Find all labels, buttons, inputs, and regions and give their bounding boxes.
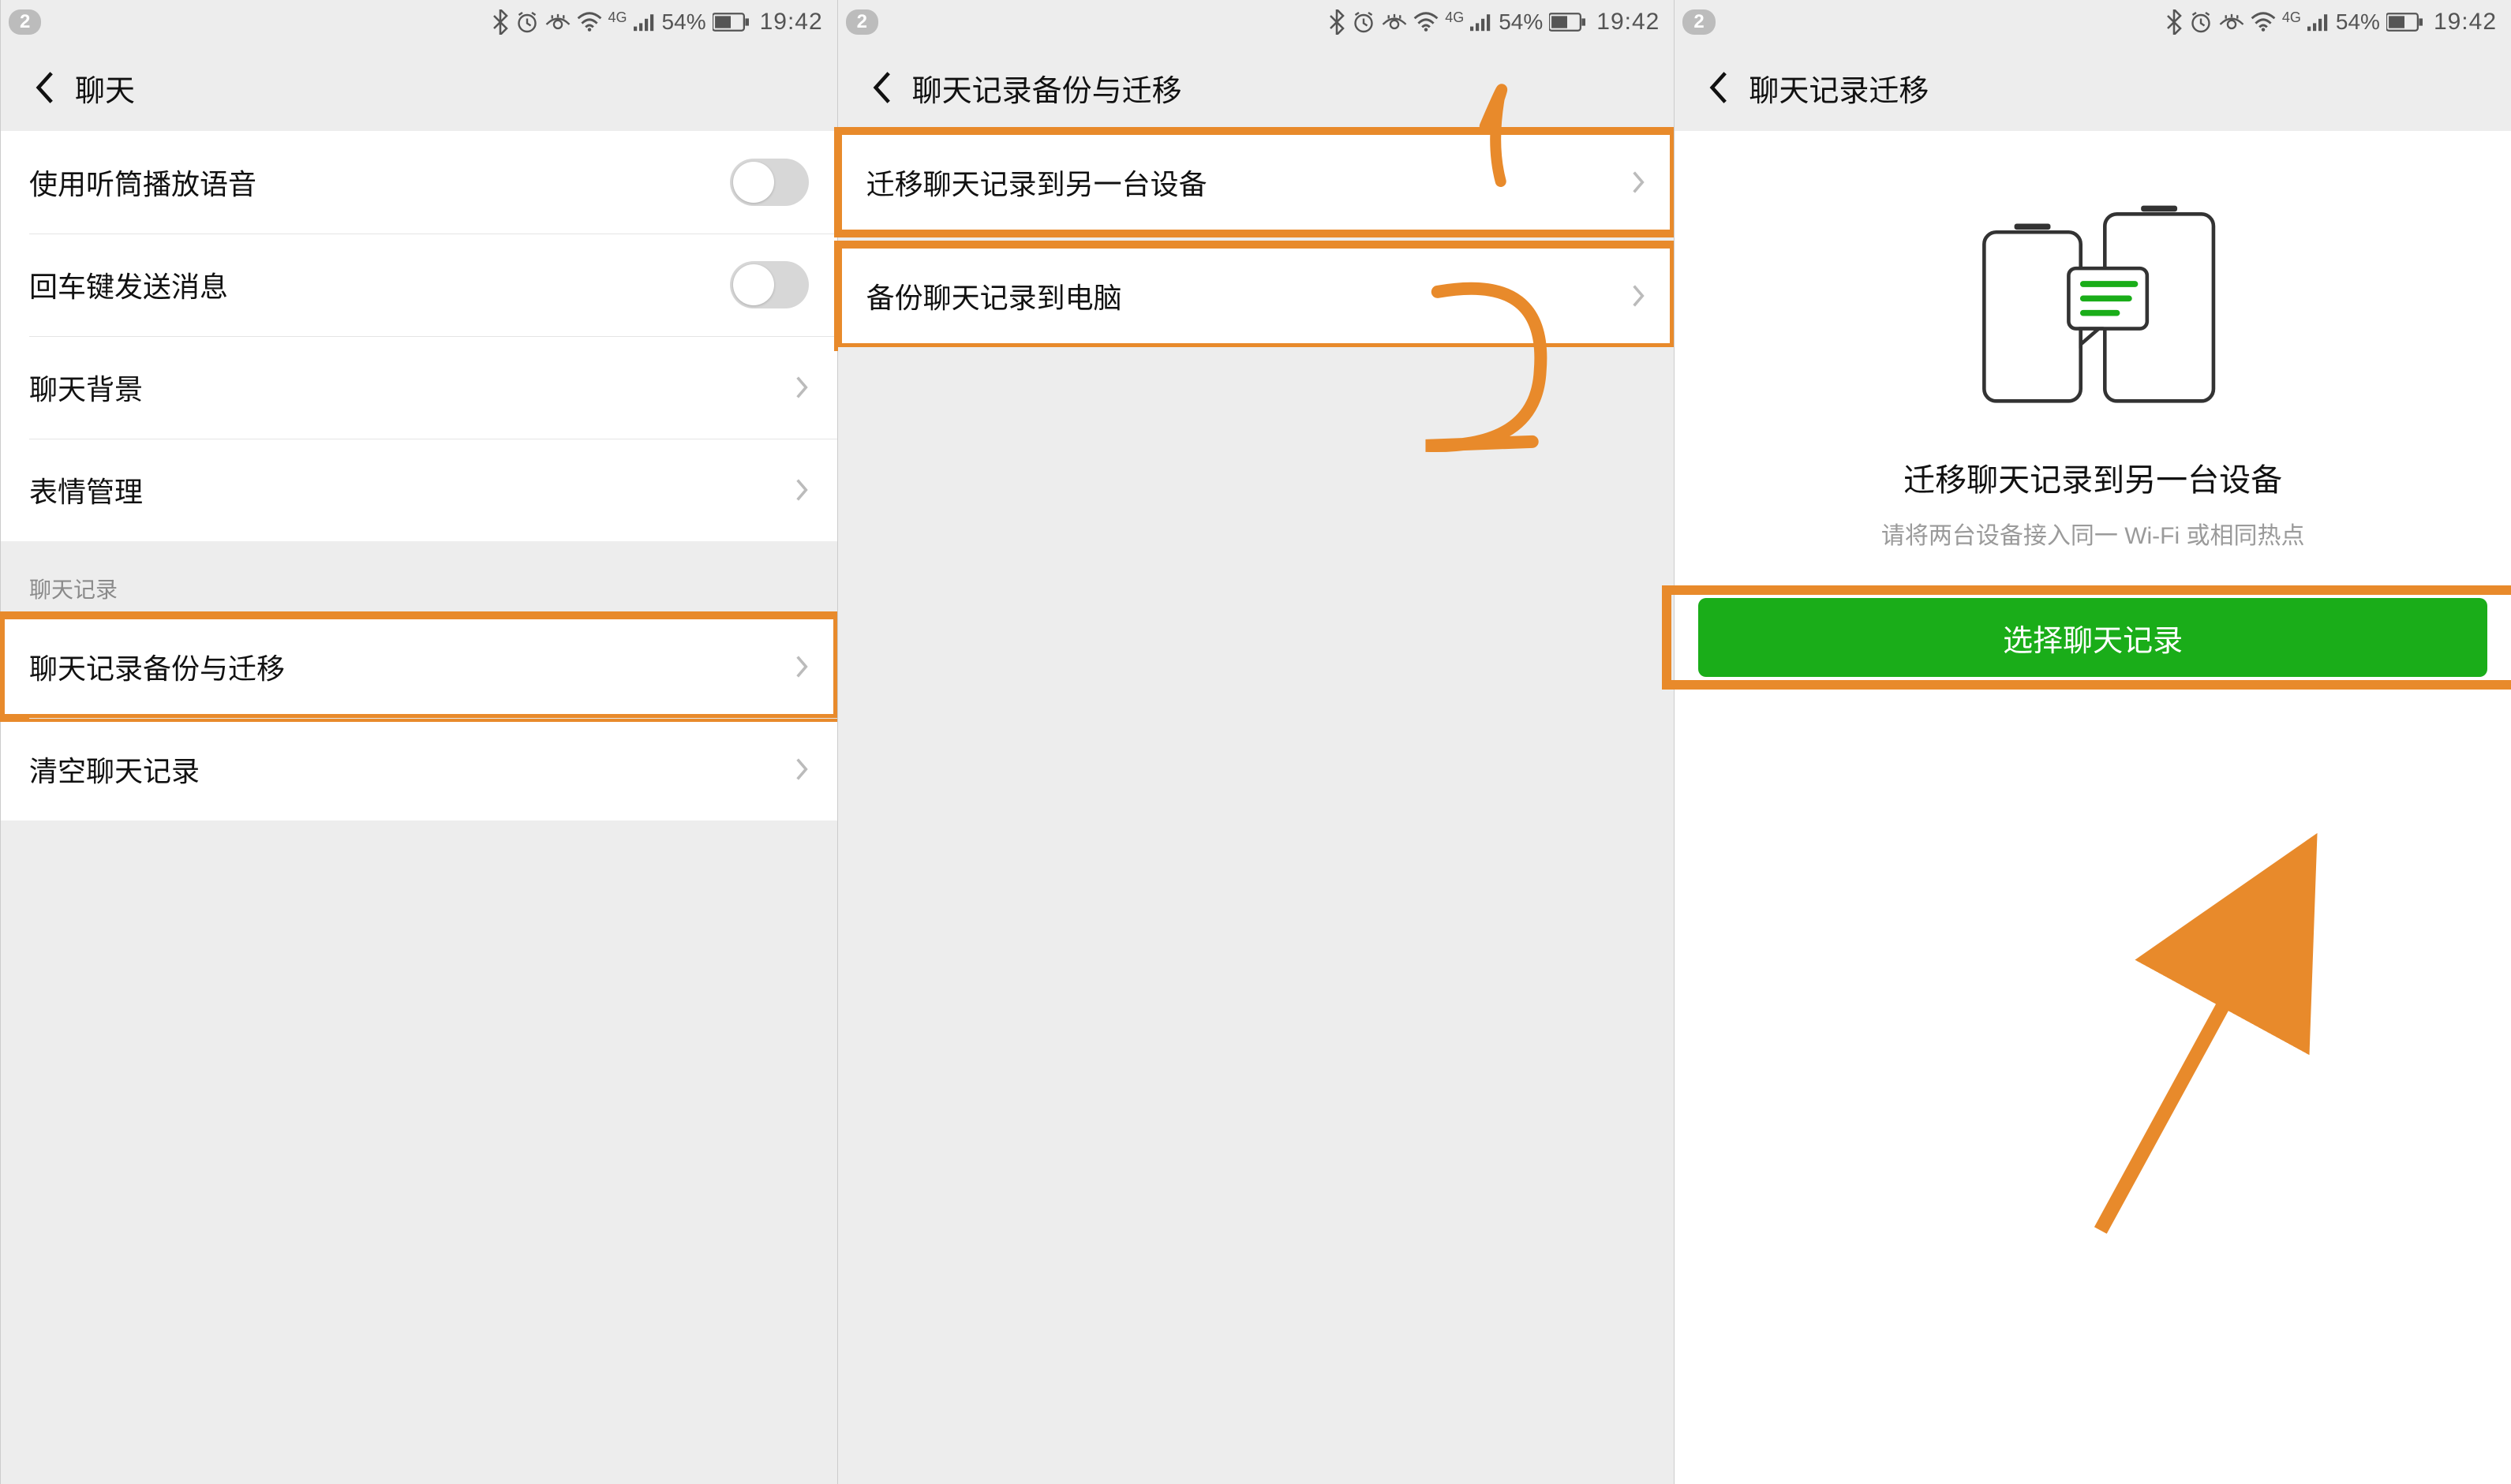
row-label: 备份聊天记录到电脑 bbox=[866, 275, 1122, 316]
status-bar: 2 4G 54% 19:42 bbox=[1675, 0, 2511, 44]
row-chat-background[interactable]: 聊天背景 bbox=[1, 336, 837, 439]
row-migrate-device[interactable]: 迁移聊天记录到另一台设备 bbox=[838, 131, 1675, 234]
eye-icon bbox=[2219, 10, 2244, 34]
alarm-icon bbox=[2189, 10, 2213, 34]
row-label: 回车键发送消息 bbox=[29, 264, 228, 305]
signal-icon bbox=[1470, 12, 1492, 32]
network-label: 4G bbox=[608, 9, 627, 26]
chevron-right-icon bbox=[1631, 283, 1645, 308]
screen-migrate: 2 4G 54% 19:42 聊天记录迁移 bbox=[1674, 0, 2511, 1484]
bluetooth-icon bbox=[492, 9, 509, 35]
nav-header: 聊天记录备份与迁移 bbox=[838, 44, 1675, 131]
bluetooth-icon bbox=[1328, 9, 1345, 35]
clock: 19:42 bbox=[2434, 9, 2497, 36]
clock: 19:42 bbox=[760, 9, 823, 36]
migrate-subtitle: 请将两台设备接入同一 Wi-Fi 或相同热点 bbox=[1881, 516, 2305, 551]
page-title: 聊天记录备份与迁移 bbox=[912, 66, 1182, 110]
row-sticker-manage[interactable]: 表情管理 bbox=[1, 439, 837, 541]
nav-header: 聊天 bbox=[1, 44, 837, 131]
signal-icon bbox=[2307, 12, 2330, 32]
eye-icon bbox=[545, 10, 571, 34]
row-label: 聊天记录备份与迁移 bbox=[29, 646, 285, 687]
migrate-body: 迁移聊天记录到另一台设备 请将两台设备接入同一 Wi-Fi 或相同热点 选择聊天… bbox=[1675, 131, 2511, 1484]
eye-icon bbox=[1382, 10, 1407, 34]
notif-count-badge: 2 bbox=[1682, 9, 1715, 35]
row-label: 清空聊天记录 bbox=[29, 749, 200, 790]
clock: 19:42 bbox=[1596, 9, 1660, 36]
battery-percent: 54% bbox=[662, 9, 706, 35]
bluetooth-icon bbox=[2165, 9, 2183, 35]
back-button[interactable] bbox=[24, 68, 64, 107]
section-header-chatlog: 聊天记录 bbox=[1, 541, 837, 615]
select-chat-button-highlight: 选择聊天记录 bbox=[1675, 598, 2511, 677]
nav-header: 聊天记录迁移 bbox=[1675, 44, 2511, 131]
screen-chat-settings: 2 4G 54% 19:42 聊天 使用听筒播放语音 回车键发送消息 bbox=[0, 0, 837, 1484]
chevron-right-icon bbox=[795, 654, 809, 679]
two-phones-illustration bbox=[1959, 202, 2227, 407]
list-group-general: 使用听筒播放语音 回车键发送消息 聊天背景 表情管理 bbox=[1, 131, 837, 541]
notif-count-badge: 2 bbox=[846, 9, 878, 35]
alarm-icon bbox=[1352, 10, 1375, 34]
row-label: 使用听筒播放语音 bbox=[29, 162, 256, 203]
row-label: 聊天背景 bbox=[29, 367, 143, 408]
list-group-chatlog: 聊天记录备份与迁移 清空聊天记录 bbox=[1, 615, 837, 820]
status-bar: 2 4G 54% 19:42 bbox=[1, 0, 837, 44]
battery-icon bbox=[2386, 13, 2423, 32]
page-title: 聊天 bbox=[75, 66, 135, 110]
toggle-off[interactable] bbox=[730, 261, 809, 308]
battery-icon bbox=[1549, 13, 1585, 32]
row-clear-chatlog[interactable]: 清空聊天记录 bbox=[1, 718, 837, 820]
network-label: 4G bbox=[1445, 9, 1464, 26]
alarm-icon bbox=[515, 10, 539, 34]
chevron-right-icon bbox=[1631, 170, 1645, 195]
row-enter-send[interactable]: 回车键发送消息 bbox=[1, 234, 837, 336]
wifi-icon bbox=[1413, 12, 1439, 32]
wifi-icon bbox=[2251, 12, 2276, 32]
signal-icon bbox=[634, 12, 656, 32]
notif-count-badge: 2 bbox=[9, 9, 41, 35]
row-backup-migrate[interactable]: 聊天记录备份与迁移 bbox=[1, 615, 837, 718]
battery-percent: 54% bbox=[1499, 9, 1543, 35]
empty-area bbox=[838, 347, 1675, 1484]
row-backup-pc[interactable]: 备份聊天记录到电脑 bbox=[838, 245, 1675, 347]
battery-percent: 54% bbox=[2336, 9, 2380, 35]
row-label: 迁移聊天记录到另一台设备 bbox=[866, 162, 1207, 203]
screen-backup-migrate: 2 4G 54% 19:42 聊天记录备份与迁移 迁移聊天记录到另一台设备 备份… bbox=[837, 0, 1675, 1484]
chevron-right-icon bbox=[795, 375, 809, 400]
wifi-icon bbox=[577, 12, 602, 32]
select-chat-button[interactable]: 选择聊天记录 bbox=[1698, 598, 2487, 677]
battery-icon bbox=[713, 13, 749, 32]
chevron-right-icon bbox=[795, 757, 809, 782]
page-title: 聊天记录迁移 bbox=[1749, 66, 1929, 110]
chevron-right-icon bbox=[795, 477, 809, 503]
back-button[interactable] bbox=[862, 68, 901, 107]
status-bar: 2 4G 54% 19:42 bbox=[838, 0, 1675, 44]
toggle-off[interactable] bbox=[730, 159, 809, 206]
network-label: 4G bbox=[2282, 9, 2301, 26]
empty-area bbox=[1, 820, 837, 1484]
back-button[interactable] bbox=[1698, 68, 1738, 107]
row-earpiece-voice[interactable]: 使用听筒播放语音 bbox=[1, 131, 837, 234]
row-label: 表情管理 bbox=[29, 469, 143, 510]
migrate-heading: 迁移聊天记录到另一台设备 bbox=[1903, 454, 2282, 500]
